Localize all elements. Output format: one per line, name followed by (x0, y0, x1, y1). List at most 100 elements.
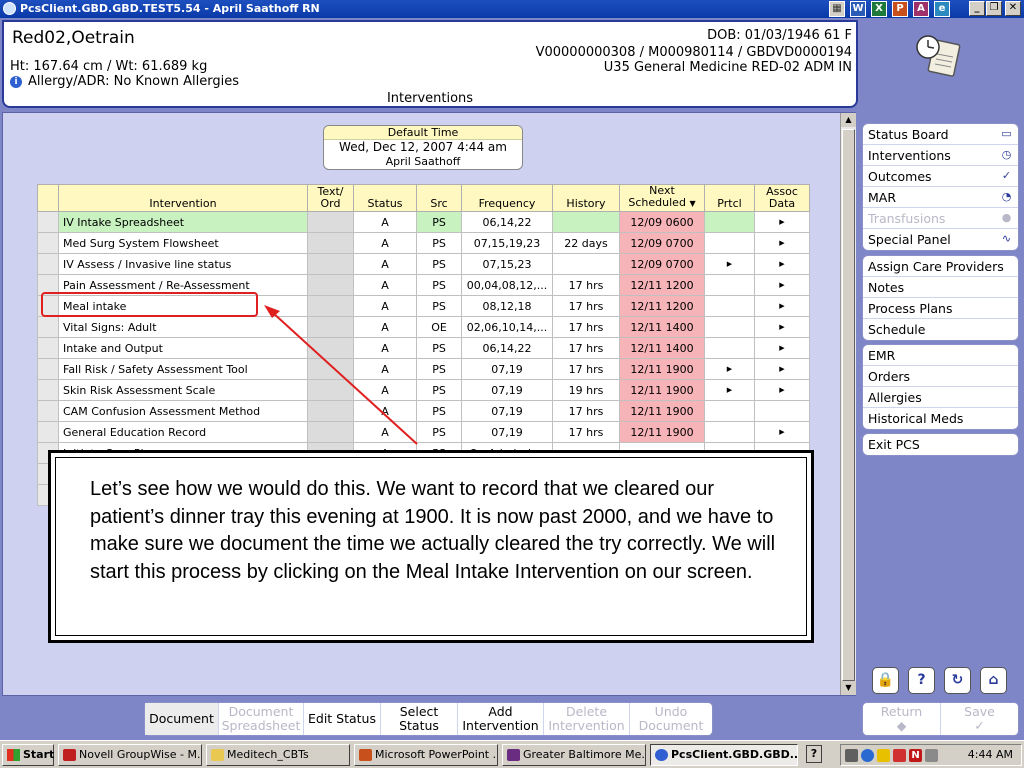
expand-arrow-icon[interactable]: ▶ (779, 260, 784, 268)
prtcl-cell[interactable]: ▶ (704, 358, 755, 380)
status-cell[interactable]: A (353, 421, 417, 443)
header-next-scheduled[interactable]: Next Scheduled ▼ (619, 184, 705, 212)
status-cell[interactable]: A (353, 232, 417, 254)
nav-historical-meds[interactable]: Historical Meds (863, 408, 1018, 429)
save-button[interactable]: Save ✓ (941, 703, 1018, 735)
header-status[interactable]: Status (353, 184, 417, 212)
table-row[interactable]: Med Surg System Flowsheet A PS 07,15,19,23 2… (37, 232, 810, 254)
frequency-cell[interactable]: 06,14,22 (461, 337, 553, 359)
security-icon[interactable] (877, 749, 890, 762)
next-scheduled-cell[interactable]: 12/11 1200 (619, 295, 705, 317)
history-cell[interactable]: 22 days (552, 232, 620, 254)
table-row[interactable]: Skin Risk Assessment Scale A PS 07,19 19 hrs… (37, 379, 810, 401)
frequency-cell[interactable]: 02,06,10,14,... (461, 316, 553, 338)
nav-allergies[interactable]: Allergies (863, 387, 1018, 408)
network-icon[interactable] (861, 749, 874, 762)
text-ord-cell[interactable] (307, 295, 354, 317)
status-cell[interactable]: A (353, 316, 417, 338)
frequency-cell[interactable]: 08,12,18 (461, 295, 553, 317)
text-ord-cell[interactable] (307, 421, 354, 443)
table-row[interactable]: General Education Record A PS 07,19 17 hrs 12… (37, 421, 810, 443)
row-select-cell[interactable] (37, 211, 59, 233)
document-spreadsheet-button[interactable]: Document Spreadsheet (219, 703, 304, 735)
intervention-cell[interactable]: IV Assess / Invasive line status (58, 253, 308, 275)
select-status-button[interactable]: Select Status (381, 703, 458, 735)
row-select-cell[interactable] (37, 400, 59, 422)
expand-arrow-icon[interactable]: ▶ (779, 344, 784, 352)
nav-process-plans[interactable]: Process Plans (863, 298, 1018, 319)
return-button[interactable]: Return ◆ (863, 703, 941, 735)
header-src[interactable]: Src (416, 184, 462, 212)
text-ord-cell[interactable] (307, 274, 354, 296)
src-cell[interactable]: PS (416, 400, 462, 422)
text-ord-cell[interactable] (307, 337, 354, 359)
frequency-cell[interactable]: 00,04,08,12,... (461, 274, 553, 296)
nav-exit-pcs[interactable]: Exit PCS (863, 434, 1018, 455)
intervention-cell[interactable]: IV Intake Spreadsheet (58, 211, 308, 233)
assoc-data-cell[interactable]: ▶ (754, 316, 810, 338)
status-cell[interactable]: A (353, 295, 417, 317)
task-groupwise[interactable]: Novell GroupWise - M... (58, 744, 202, 766)
table-row[interactable]: IV Assess / Invasive line status A PS 07,15… (37, 253, 810, 275)
frequency-cell[interactable]: 07,19 (461, 379, 553, 401)
prtcl-cell[interactable] (704, 337, 755, 359)
row-select-cell[interactable] (37, 253, 59, 275)
expand-arrow-icon[interactable]: ▶ (727, 260, 732, 268)
history-cell[interactable]: 17 hrs (552, 316, 620, 338)
src-cell[interactable]: PS (416, 211, 462, 233)
help-button[interactable]: ? (908, 667, 935, 694)
assoc-data-cell[interactable]: ▶ (754, 421, 810, 443)
text-ord-cell[interactable] (307, 379, 354, 401)
prtcl-cell[interactable] (704, 400, 755, 422)
src-cell[interactable]: PS (416, 421, 462, 443)
expand-arrow-icon[interactable]: ▶ (779, 323, 784, 331)
info-icon[interactable]: i (10, 76, 22, 88)
start-button[interactable]: Start (2, 744, 54, 766)
prtcl-cell[interactable] (704, 295, 755, 317)
text-ord-cell[interactable] (307, 400, 354, 422)
header-prtcl[interactable]: Prtcl (704, 184, 755, 212)
refresh-button[interactable]: ↻ (944, 667, 971, 694)
undo-document-button[interactable]: Undo Document (630, 703, 712, 735)
row-select-cell[interactable] (37, 337, 59, 359)
frequency-cell[interactable]: 07,19 (461, 358, 553, 380)
status-cell[interactable]: A (353, 274, 417, 296)
monitor-icon[interactable] (925, 749, 938, 762)
excel-icon[interactable]: X (871, 1, 887, 17)
nav-special-panel[interactable]: Special Panel ∿ (863, 229, 1018, 250)
history-cell[interactable]: 17 hrs (552, 295, 620, 317)
next-scheduled-cell[interactable]: 12/11 1900 (619, 400, 705, 422)
edit-status-button[interactable]: Edit Status (304, 703, 381, 735)
nav-notes[interactable]: Notes (863, 277, 1018, 298)
prtcl-cell[interactable] (704, 274, 755, 296)
history-cell[interactable]: 17 hrs (552, 400, 620, 422)
nav-mar[interactable]: MAR ◔ (863, 187, 1018, 208)
task-meditech-cbts[interactable]: Meditech_CBTs (206, 744, 350, 766)
src-cell[interactable]: PS (416, 337, 462, 359)
novell-icon[interactable]: N (909, 749, 922, 762)
assoc-data-cell[interactable]: ▶ (754, 337, 810, 359)
table-row[interactable]: CAM Confusion Assessment Method A PS 07,19 1… (37, 400, 810, 422)
src-cell[interactable]: PS (416, 295, 462, 317)
history-cell[interactable] (552, 211, 620, 233)
intervention-cell[interactable]: Skin Risk Assessment Scale (58, 379, 308, 401)
frequency-cell[interactable]: 07,19 (461, 400, 553, 422)
intervention-cell[interactable]: Vital Signs: Adult (58, 316, 308, 338)
nav-outcomes[interactable]: Outcomes ✓ (863, 166, 1018, 187)
status-cell[interactable]: A (353, 379, 417, 401)
prtcl-cell[interactable]: ▶ (704, 379, 755, 401)
restore-button[interactable]: ❐ (986, 1, 1002, 16)
header-intervention[interactable]: Intervention (58, 184, 308, 212)
delete-intervention-button[interactable]: Delete Intervention (544, 703, 630, 735)
nav-assign-care-providers[interactable]: Assign Care Providers (863, 256, 1018, 277)
next-scheduled-cell[interactable]: 12/11 1900 (619, 421, 705, 443)
next-scheduled-cell[interactable]: 12/11 1200 (619, 274, 705, 296)
history-cell[interactable]: 17 hrs (552, 421, 620, 443)
minimize-button[interactable]: _ (969, 1, 985, 16)
nav-orders[interactable]: Orders (863, 366, 1018, 387)
text-ord-cell[interactable] (307, 358, 354, 380)
frequency-cell[interactable]: 07,19 (461, 421, 553, 443)
frequency-cell[interactable]: 07,15,23 (461, 253, 553, 275)
next-scheduled-cell[interactable]: 12/11 1900 (619, 358, 705, 380)
expand-arrow-icon[interactable]: ▶ (779, 428, 784, 436)
